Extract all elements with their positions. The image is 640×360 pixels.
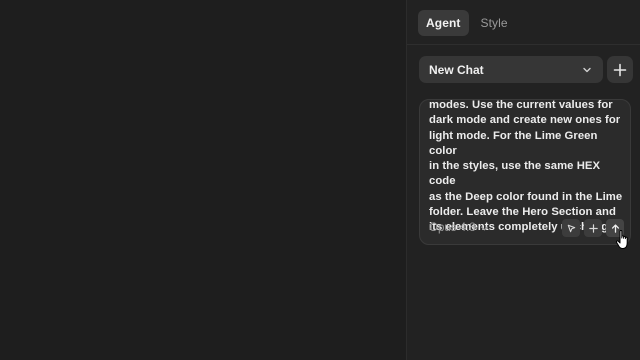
panel-divider — [407, 44, 640, 45]
panel-tabs: Agent Style — [418, 10, 516, 36]
plus-icon — [588, 223, 599, 234]
app-window: Agent Style New Chat modes. Use the curr… — [0, 0, 640, 360]
model-selector-label: Opus 4.8 — [429, 222, 476, 234]
pointer-tool-button[interactable] — [562, 219, 580, 237]
cursor-arrow-icon — [566, 223, 577, 234]
composer-input-text[interactable]: modes. Use the current values for dark m… — [429, 100, 625, 236]
plus-icon — [613, 63, 627, 77]
chevron-down-icon — [480, 224, 489, 233]
agent-side-panel: Agent Style New Chat modes. Use the curr… — [406, 0, 640, 360]
composer-footer: Opus 4.8 — [429, 218, 624, 238]
message-composer[interactable]: modes. Use the current values for dark m… — [419, 99, 631, 245]
attach-button[interactable] — [584, 219, 602, 237]
arrow-up-icon — [610, 223, 621, 234]
new-chat-button[interactable] — [607, 56, 633, 83]
canvas-area[interactable] — [0, 0, 406, 360]
chat-selector-dropdown[interactable]: New Chat — [419, 56, 603, 83]
send-button[interactable] — [606, 219, 624, 237]
composer-actions — [562, 219, 624, 237]
model-selector[interactable]: Opus 4.8 — [429, 222, 489, 234]
tab-agent[interactable]: Agent — [418, 10, 469, 36]
tab-style[interactable]: Style — [473, 10, 516, 36]
chat-selector-label: New Chat — [429, 62, 484, 77]
chevron-down-icon — [581, 64, 593, 76]
